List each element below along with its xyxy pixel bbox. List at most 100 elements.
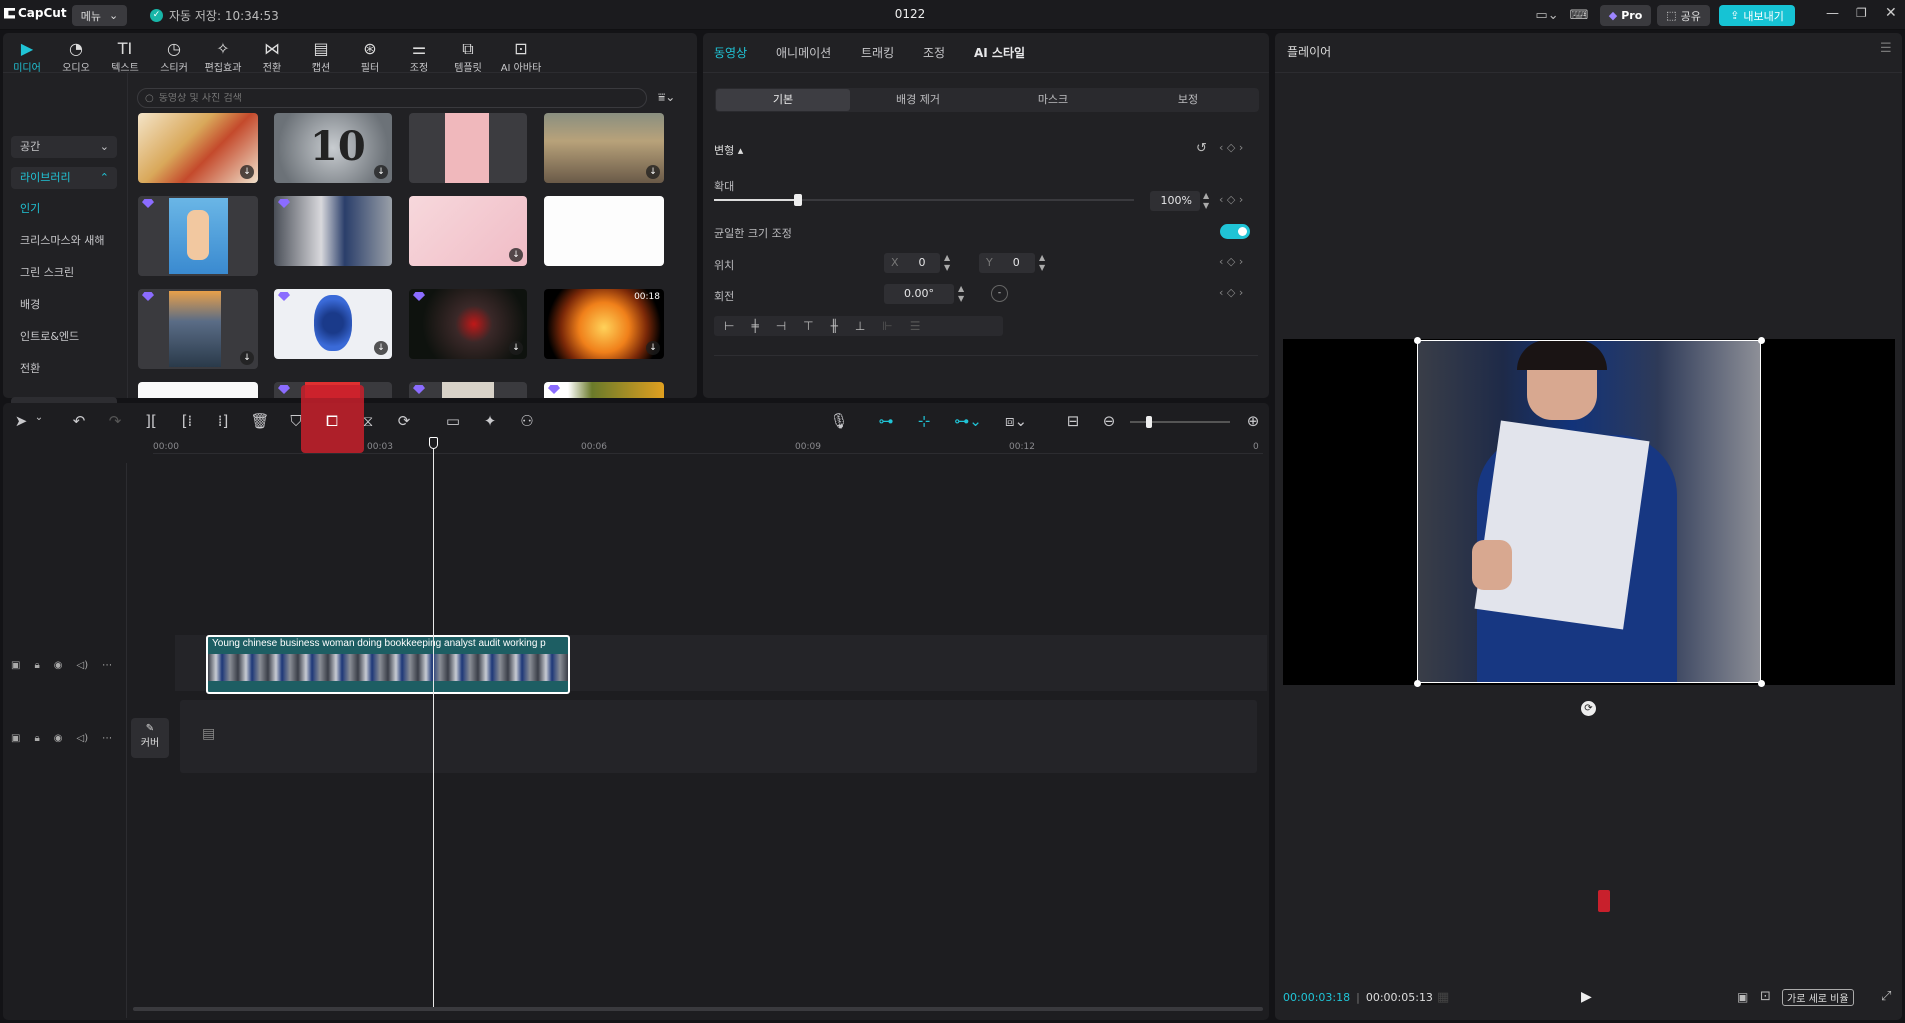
align-bottom-icon[interactable]: ⊥	[855, 319, 865, 333]
speaker-icon[interactable]: ◁)	[77, 733, 89, 744]
track-checkbox-icon[interactable]: ▣	[11, 733, 20, 744]
x-stepper-icon[interactable]: ▲ ▼	[944, 253, 950, 273]
play-button-icon[interactable]: ▶	[1581, 989, 1592, 1005]
thumb-white[interactable]	[544, 196, 664, 266]
sidebar-item-intro-end[interactable]: 인트로&엔드	[11, 326, 117, 348]
transform-section[interactable]: 변형 ▴	[714, 142, 743, 158]
selection-box[interactable]	[1417, 340, 1761, 683]
rotate-dial-icon[interactable]: -	[991, 285, 1008, 302]
tab-template[interactable]: ⧉ 템플릿	[446, 39, 490, 74]
thumb-fire[interactable]: 00:18 ↓	[544, 289, 664, 359]
time-ruler[interactable]: 00:00 00:03 00:06 00:09 00:12 0	[153, 440, 1263, 454]
sidebar-item-green-screen[interactable]: 그린 스크린	[11, 262, 117, 284]
tab-animation[interactable]: 애니메이션	[776, 44, 831, 61]
hamburger-menu-icon[interactable]: ☰	[1880, 41, 1892, 56]
cover-button[interactable]: ✎ 커버	[131, 718, 169, 758]
distribute-v-icon[interactable]: ☰	[910, 319, 921, 333]
scale-knob[interactable]	[794, 194, 802, 206]
tab-video[interactable]: 동영상	[714, 44, 747, 61]
shortcut-icon[interactable]: ⌨	[1569, 5, 1589, 26]
magic-icon[interactable]: ✦	[480, 412, 500, 430]
thumb-red-bird[interactable]: ↓	[409, 289, 527, 359]
filter-sort-icon[interactable]: ⩸⌄	[658, 90, 675, 105]
fullscreen-icon[interactable]: ⤢	[1881, 989, 1891, 1004]
playhead[interactable]	[433, 440, 434, 1010]
quality-icon[interactable]: ▣	[1737, 990, 1748, 1004]
preview-canvas[interactable]	[1283, 337, 1895, 687]
tab-tracking[interactable]: 트래킹	[861, 44, 894, 61]
search-box[interactable]: ○	[137, 88, 647, 108]
thumb-temple[interactable]: ↓	[544, 113, 664, 183]
lock-icon[interactable]: 🔒︎	[34, 660, 39, 671]
tab-caption[interactable]: ▤ 캡션	[299, 39, 343, 74]
delete-icon[interactable]: 🗑	[250, 412, 270, 430]
zoom-slider[interactable]	[1130, 416, 1230, 428]
thumb-business-woman[interactable]	[274, 196, 392, 266]
zoom-out-icon[interactable]: ⊖	[1099, 412, 1119, 430]
thumb-partial-1[interactable]	[138, 382, 258, 398]
tab-effects[interactable]: ✧ 편집효과	[201, 39, 245, 74]
sidebar-item-christmas[interactable]: 크리스마스와 새해	[11, 230, 117, 252]
thumb-man-illustration[interactable]	[138, 196, 258, 276]
sidebar-item-background[interactable]: 배경	[11, 294, 117, 316]
sidebar-space[interactable]: 공간 ⌄	[11, 136, 117, 158]
sidebar-item-transition[interactable]: 전환	[11, 358, 117, 380]
split-left-icon[interactable]: [⁞	[177, 412, 197, 430]
reset-icon[interactable]: ↺	[1196, 141, 1207, 156]
tab-sticker[interactable]: ◷ 스티커	[152, 39, 196, 74]
auto-snap-icon[interactable]: ⊹	[914, 412, 934, 430]
position-x-input[interactable]: X0	[884, 253, 940, 273]
track-checkbox-icon[interactable]: ▣	[11, 660, 20, 671]
subtab-mask[interactable]: 마스크	[986, 89, 1120, 111]
thumb-ten[interactable]: 10 ↓	[274, 113, 392, 183]
subtab-basic[interactable]: 기본	[716, 89, 850, 111]
preview-axis-icon[interactable]: ⧈⌄	[999, 412, 1033, 430]
tab-adjust[interactable]: ⚌ 조정	[397, 39, 441, 74]
tab-text[interactable]: TI 텍스트	[103, 39, 147, 74]
crop-icon[interactable]: ⧠	[322, 412, 342, 430]
video-clip[interactable]: Young chinese business woman doing bookk…	[206, 635, 570, 694]
speaker-icon[interactable]: ◁)	[77, 660, 89, 671]
playhead-handle[interactable]	[429, 437, 438, 449]
split-icon[interactable]: ][	[141, 412, 161, 430]
hd-icon[interactable]: ▭	[443, 412, 463, 430]
thumb-partial-3[interactable]	[409, 382, 527, 398]
resize-handle[interactable]	[1758, 337, 1765, 344]
rotate-input[interactable]: 0.00°	[884, 284, 954, 304]
pro-button[interactable]: ◆ Pro	[1600, 5, 1651, 26]
tab-adjust[interactable]: 조정	[923, 44, 945, 61]
zoom-fit-icon[interactable]: ⊡	[1760, 989, 1771, 1004]
thumb-food[interactable]: ↓	[138, 113, 258, 183]
uniform-scale-toggle[interactable]	[1220, 224, 1250, 239]
mirror-icon[interactable]: ⧖	[358, 412, 378, 430]
distribute-h-icon[interactable]: ⊩	[882, 319, 892, 333]
zoom-in-icon[interactable]: ⊕	[1243, 412, 1263, 430]
resize-handle[interactable]	[1758, 680, 1765, 687]
close-icon[interactable]: ✕	[1885, 5, 1897, 21]
search-input[interactable]	[158, 92, 639, 104]
thumb-pink-petals[interactable]: ↓	[409, 196, 527, 266]
main-track-magnet-icon[interactable]: ⊶	[876, 412, 896, 430]
sidebar-item-popular[interactable]: 인기	[11, 198, 117, 220]
timeline-scrollbar[interactable]	[133, 1007, 1263, 1011]
scale-slider[interactable]	[714, 194, 1134, 206]
minimize-icon[interactable]: —	[1826, 6, 1839, 21]
rotate-stepper-icon[interactable]: ▲ ▼	[958, 284, 964, 304]
caption-icon[interactable]: ⊟	[1063, 412, 1083, 430]
scale-input[interactable]: 100%	[1150, 191, 1200, 211]
thumb-blue-head[interactable]: ↓	[274, 289, 392, 359]
tab-ai-style[interactable]: AI 스타일	[974, 44, 1025, 61]
select-tool-icon[interactable]: ➤	[11, 412, 31, 430]
more-icon[interactable]: ⋯	[102, 660, 112, 671]
chevron-down-icon[interactable]: ⌄	[29, 412, 49, 423]
align-top-icon[interactable]: ⊤	[803, 319, 813, 333]
zoom-knob[interactable]	[1146, 416, 1152, 428]
export-button[interactable]: ⇪ 내보내기	[1719, 5, 1795, 26]
keyframe-nav[interactable]: ‹ ◇ ›	[1219, 141, 1243, 154]
subtab-correction[interactable]: 보정	[1121, 89, 1255, 111]
restore-icon[interactable]: ❐	[1856, 6, 1867, 20]
thumb-landscape[interactable]: ↓	[138, 289, 258, 369]
split-right-icon[interactable]: ⁞]	[213, 412, 233, 430]
thumb-partial-4[interactable]	[544, 382, 664, 398]
rotate-handle-icon[interactable]: ⟳	[1581, 701, 1596, 716]
